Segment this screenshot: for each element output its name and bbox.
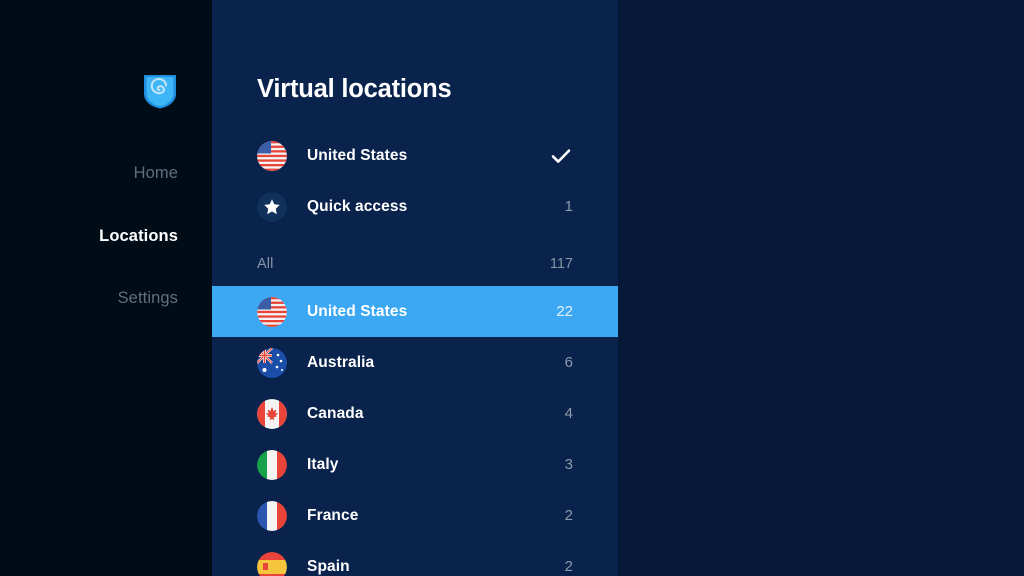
country-label: Italy xyxy=(307,455,339,473)
country-detail-panel: United States Automatic xyxy=(618,0,1024,576)
flag-us-icon xyxy=(257,296,287,327)
country-row-canada[interactable]: Canada 4 xyxy=(212,388,618,439)
sidebar-item-home[interactable]: Home xyxy=(134,152,178,195)
sidebar-item-label: Settings xyxy=(117,289,178,307)
country-count: 3 xyxy=(564,456,573,473)
country-count: 2 xyxy=(564,558,573,575)
shield-swirl-logo-icon xyxy=(142,72,178,110)
sidebar-item-label: Locations xyxy=(99,226,178,245)
flag-es-icon xyxy=(257,551,287,576)
quick-list: United States Quick access 1 All 117 Uni… xyxy=(212,130,618,576)
sidebar: Home Locations Settings xyxy=(0,0,212,576)
country-label: France xyxy=(307,506,359,524)
country-label: Canada xyxy=(307,404,364,422)
section-header-label: All xyxy=(257,256,274,272)
country-count: 6 xyxy=(564,354,573,371)
country-list: United States 22 Australia 6 Canada 4 It… xyxy=(212,286,618,576)
virtual-locations-panel: Virtual locations United States Quick ac… xyxy=(212,0,618,576)
country-row-france[interactable]: France 2 xyxy=(212,490,618,541)
country-row-united-states[interactable]: United States 22 xyxy=(212,286,618,337)
star-icon xyxy=(257,191,287,222)
country-label: Australia xyxy=(307,353,375,371)
app-window: Home Locations Settings Virtual location… xyxy=(0,0,1024,576)
country-label: United States xyxy=(307,302,408,320)
country-row-spain[interactable]: Spain 2 xyxy=(212,541,618,576)
sidebar-item-locations[interactable]: Locations xyxy=(99,215,178,258)
flag-ca-icon xyxy=(257,398,287,429)
section-header-count: 117 xyxy=(549,256,573,272)
list-item-current-location[interactable]: United States xyxy=(212,130,618,181)
country-count: 2 xyxy=(564,507,573,524)
flag-it-icon xyxy=(257,449,287,480)
country-count: 4 xyxy=(564,405,573,422)
flag-us-icon xyxy=(257,140,287,171)
check-icon xyxy=(549,144,573,168)
sidebar-nav: Home Locations Settings xyxy=(99,152,178,320)
sidebar-item-label: Home xyxy=(133,164,178,182)
country-row-italy[interactable]: Italy 3 xyxy=(212,439,618,490)
country-row-australia[interactable]: Australia 6 xyxy=(212,337,618,388)
country-label: Spain xyxy=(307,557,350,575)
page-title: Virtual locations xyxy=(257,75,452,103)
country-count: 22 xyxy=(556,303,573,320)
list-item-label: United States xyxy=(307,146,408,164)
flag-fr-icon xyxy=(257,500,287,531)
flag-au-icon xyxy=(257,347,287,378)
sidebar-item-settings[interactable]: Settings xyxy=(118,277,178,320)
section-header-all: All 117 xyxy=(212,242,618,286)
list-item-label: Quick access xyxy=(307,197,408,215)
list-item-count: 1 xyxy=(564,198,573,215)
list-item-quick-access[interactable]: Quick access 1 xyxy=(212,181,618,232)
